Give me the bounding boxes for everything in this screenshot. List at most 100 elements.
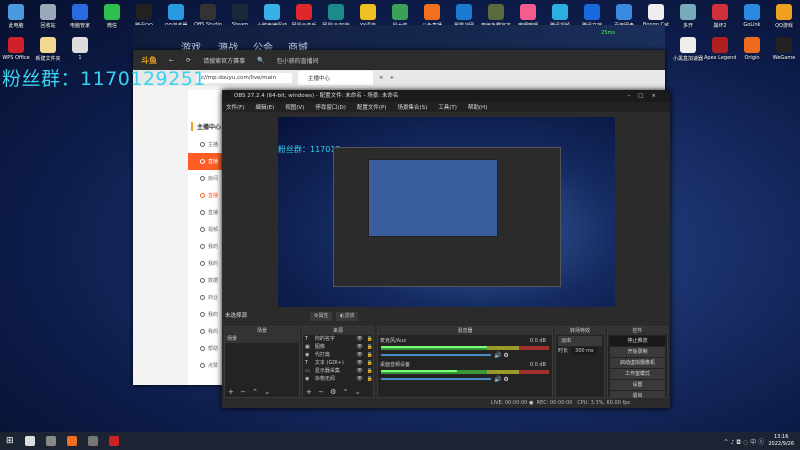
desktop-icon[interactable]: Origin [736,37,768,61]
scene-controls[interactable]: + − ⌃ ⌄ [228,388,272,396]
app-icon [232,4,248,20]
tab-anchor-center[interactable]: 主播中心 [298,71,373,85]
control-button[interactable]: 设置 [610,380,665,390]
visibility-icon[interactable]: 👁 [356,343,362,351]
app-icon [680,4,696,20]
system-tray[interactable]: ^ ♪ ◘ ◌ 中 ⓢ [724,437,764,446]
control-button[interactable]: 启动虚拟摄像机 [610,358,665,368]
volume-row: 🔊 ⚙ [378,351,552,359]
desktop-icon[interactable]: Apex Legends [704,37,736,61]
control-button[interactable]: 工作室模式 [610,369,665,379]
menu-item[interactable]: 编辑(E) [255,103,274,111]
menu-item[interactable]: 帮助(H) [468,103,487,111]
taskbar-app-icon[interactable] [24,436,35,446]
app-icon [8,37,24,53]
menu-item[interactable]: 停靠窗口(D) [315,103,346,111]
desktop-icon[interactable]: WeGame [768,37,800,61]
mixer-track: 桌面音频设备 0.0 dB 🔊 ⚙ [378,361,552,383]
taskbar-app-icon[interactable] [87,436,98,446]
url-input[interactable]: c//mp.douyu.com/live/main [197,73,292,83]
source-item[interactable]: ◉ 杂物无闻 👁 🔒 [303,375,373,383]
desktop-icon[interactable]: 新建文件夹 [32,37,64,62]
window-controls[interactable]: –□× [627,90,664,102]
search-icon[interactable]: 🔍 [257,57,264,64]
lock-icon[interactable]: 🔒 [367,351,373,359]
desktop-icon-label: Apex Legends [704,55,736,61]
lock-icon[interactable]: 🔒 [367,375,373,383]
desktop-icon[interactable]: 微信 [96,4,128,29]
lock-icon[interactable]: 🔒 [367,343,373,351]
volume-slider[interactable] [381,378,491,380]
menu-item[interactable]: 配置文件(P) [357,103,387,111]
source-item[interactable]: ◉ 代打篇 👁 🔒 [303,351,373,359]
transitions-dock: 转场特效 淡出 时长 300 ms [555,326,605,398]
volume-slider[interactable] [381,354,491,356]
start-button[interactable]: ⊞ [6,436,14,446]
new-tab-button[interactable]: + [390,75,395,81]
transition-select[interactable]: 淡出 [558,336,602,346]
desktop-icon[interactable]: 回收站 [32,4,64,29]
menu-item[interactable]: 文件(F) [226,103,244,111]
filters-button[interactable]: ◐滤镜 [336,312,359,321]
clock[interactable]: 13:16 2022/9/26 [768,434,794,448]
desktop-icon[interactable]: 小黑盒加速器 [672,37,704,62]
room-link[interactable]: 包小邪的直播间 [277,56,319,65]
sidebar-item-label: 点赞 [208,363,219,369]
properties-button[interactable]: ⚙属性 [310,312,333,321]
desktop-icon-label: QQ游戏 [775,23,793,29]
lock-icon[interactable]: 🔒 [367,359,373,367]
menu-item[interactable]: 视图(V) [285,103,304,111]
desktop-icon[interactable]: 电脑管家 [64,4,96,29]
time: 13:16 [773,434,789,440]
visibility-icon[interactable]: 👁 [356,367,362,375]
desktop-icon[interactable]: 崩坏2 [704,4,736,29]
visibility-icon[interactable]: 👁 [356,351,362,359]
scene-item[interactable]: 场景 [225,335,299,343]
control-button[interactable]: 停止推流 [610,336,665,346]
sidebar-item-label: 商业 [208,295,219,301]
desktop-icon[interactable]: 此电脑 [0,4,32,29]
refresh-button[interactable]: ⟳ [186,57,191,64]
speaker-icon[interactable]: 🔊 ⚙ [494,352,509,359]
back-button[interactable]: ← [169,57,174,64]
speaker-icon[interactable]: 🔊 ⚙ [494,376,509,383]
app-icon [40,4,56,20]
visibility-icon[interactable]: 👁 [356,335,362,343]
obs-preview[interactable]: 粉丝群：117012 [278,117,615,307]
lock-icon[interactable]: 🔒 [367,335,373,343]
taskbar-app-icon[interactable] [45,436,56,446]
mixer-header: 混音器 [378,327,552,335]
menu-item[interactable]: 场景集合(S) [397,103,427,111]
desktop-icon[interactable]: QQ游戏 [768,4,800,29]
duration-input[interactable]: 300 ms [572,347,597,355]
app-icon [648,4,664,20]
controls-header: 控件 [608,327,667,335]
source-controls[interactable]: + − ⚙ ⌃ ⌄ [306,388,363,396]
search-box[interactable]: 请搜索官方赛事 [203,56,245,65]
controls-dock: 控件 停止推流 开始录制 启动虚拟摄像机 工作室模式 设置 退出 [607,326,668,401]
source-type-icon: ▭ [305,368,310,374]
taskbar-app-icon[interactable] [66,436,77,446]
taskbar-app-icon[interactable] [108,436,119,446]
app-icon [168,4,184,20]
close-tab-icon[interactable]: × [379,75,384,81]
menu-item[interactable]: 工具(T) [438,103,457,111]
desktop-icon[interactable]: 1 [64,37,96,61]
desktop-icon[interactable]: GoLink [736,4,768,28]
source-item[interactable]: ▣ 图像 👁 🔒 [303,343,373,351]
lock-icon[interactable]: 🔒 [367,367,373,375]
desktop-icon-label: Origin [744,55,760,61]
source-item[interactable]: ▭ 显示器采集 👁 🔒 [303,367,373,375]
visibility-icon[interactable]: 👁 [356,375,362,383]
source-item[interactable]: T 文本 (GDI+) 👁 🔒 [303,359,373,367]
control-button[interactable]: 开始录制 [610,347,665,357]
app-icon [40,37,56,53]
source-item[interactable]: T 你的名字 👁 🔒 [303,335,373,343]
visibility-icon[interactable]: 👁 [356,359,362,367]
desktop-icon[interactable]: 多开 [672,4,704,29]
desktop-icon-label: 电脑管家 [69,23,90,29]
sidebar-item-label: 主播 [208,142,219,148]
desktop-icon[interactable]: WPS Office [0,37,32,61]
desktop-icon-label: GoLink [743,22,761,28]
no-source-label: 未选择源 [222,310,670,322]
